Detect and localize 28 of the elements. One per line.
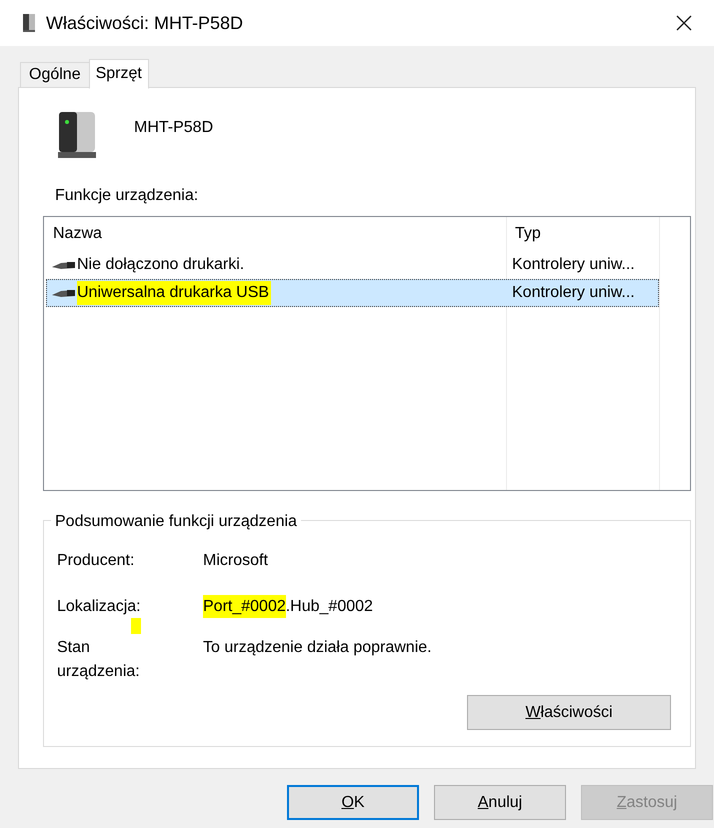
list-row[interactable]: Nie dołączono drukarki. Kontrolery uniw... [46, 251, 659, 279]
dialog-button[interactable]: Anuluj [434, 785, 566, 820]
column-header[interactable]: Nazwa [44, 222, 506, 246]
window-title: Właściwości: MHT-P58D [46, 12, 244, 34]
column-header[interactable]: Typ [506, 222, 656, 246]
list-row[interactable]: Uniwersalna drukarka USB Kontrolery uniw... [46, 279, 659, 307]
close-icon[interactable] [676, 15, 692, 31]
device-function-list[interactable]: Nazwa Typ Nie dołączono drukarki. Kontrolery uniw... Uniwersalna drukarka USB Kontrolery uniw... [43, 216, 691, 491]
tab[interactable]: Ogólne [20, 62, 90, 88]
field-value: Microsoft [203, 551, 269, 571]
usb-plug-icon [51, 259, 77, 271]
section-label: Funkcje urządzenia: [55, 186, 200, 206]
field-value: Port_#0002.Hub_#0002 [203, 590, 690, 619]
printer-device-icon [55, 110, 97, 160]
printer-device-icon [22, 13, 36, 33]
field-label: Lokalizacja: [57, 597, 142, 617]
usb-plug-icon [51, 287, 77, 299]
list-cell: Uniwersalna drukarka USB [77, 281, 272, 305]
list-cell-text: Kontrolery uniw... [511, 255, 635, 275]
field-label: Stan urządzenia: [57, 638, 141, 682]
list-cell-text: Nie dołączono drukarki. [77, 255, 244, 275]
field-label: Producent: [57, 551, 136, 571]
device-name: MHT-P58D [134, 118, 214, 138]
properties-button[interactable]: Właściwości [467, 695, 671, 730]
field-value: To urządzenie działa poprawnie. [203, 638, 433, 658]
dialog-button[interactable]: OK [287, 785, 419, 820]
list-cell-text: Kontrolery uniw... [511, 283, 635, 303]
tab[interactable]: Sprzęt [88, 59, 149, 89]
